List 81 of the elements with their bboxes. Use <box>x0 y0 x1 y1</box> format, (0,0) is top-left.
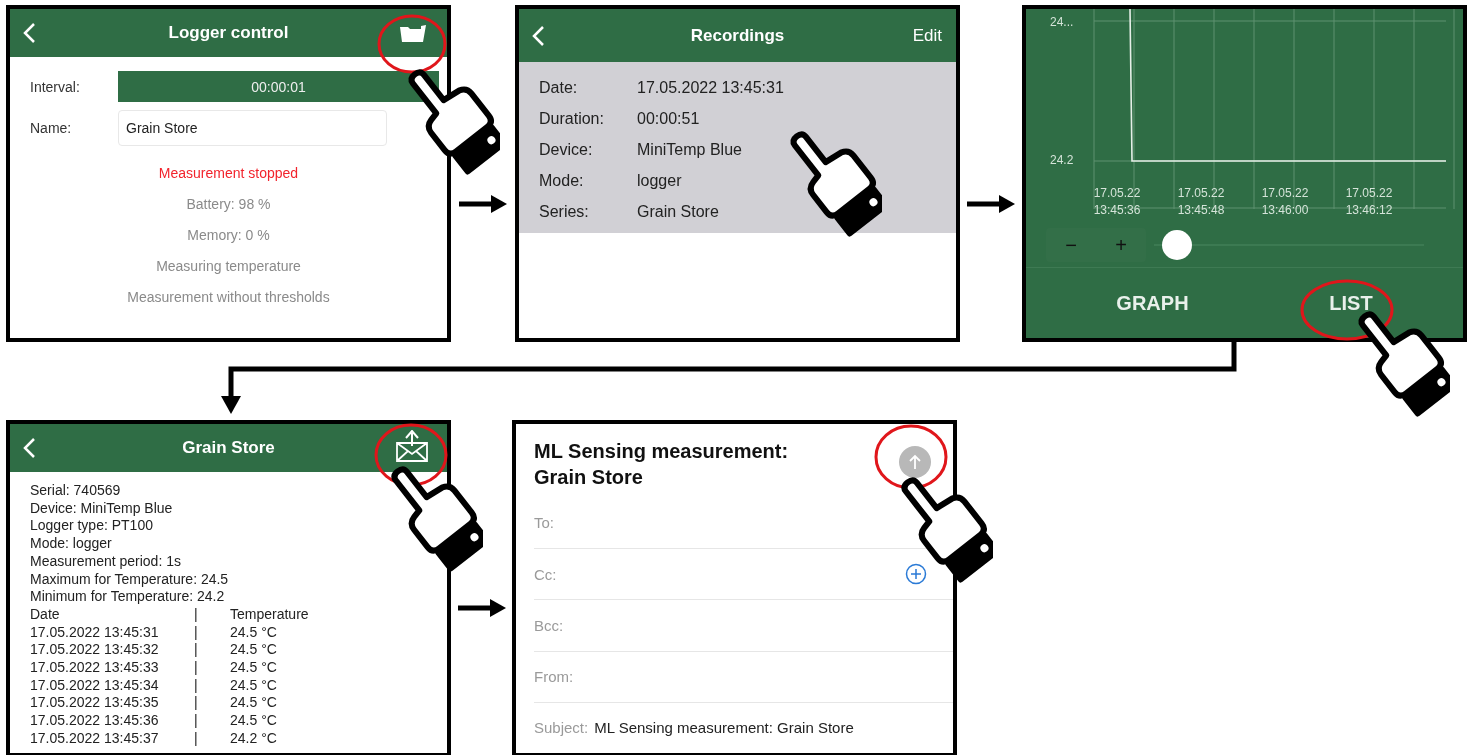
recording-value: 00:00:51 <box>637 109 700 128</box>
recording-label: Device: <box>539 140 594 159</box>
info-text: Mode: logger <box>30 535 113 553</box>
recording-value: Grain Store <box>637 202 719 221</box>
status-text: Measurement stopped <box>158 164 299 183</box>
recording-value: MiniTemp Blue <box>637 140 742 159</box>
separator-text: | <box>194 641 199 660</box>
separator-text: | <box>194 605 199 624</box>
table-cell-text: 17.05.2022 13:45:32 <box>30 641 160 660</box>
axis-tick-label: 24.2 <box>1050 153 1074 167</box>
edit-button[interactable]: Edit <box>912 25 942 46</box>
info-text: Device: MiniTemp Blue <box>30 499 174 518</box>
table-cell-text: 17.05.2022 13:45:37 <box>30 729 160 748</box>
right-arrow <box>967 194 1015 213</box>
field-label: Bcc: <box>534 616 564 634</box>
screen-title: Logger control <box>168 23 289 43</box>
table-cell-text: 17.05.2022 13:45:31 <box>30 623 160 642</box>
separator-text: | <box>194 659 199 677</box>
screen-title: Recordings <box>690 25 785 46</box>
separator-text: | <box>194 729 199 748</box>
separator-text: | <box>194 712 199 730</box>
separator-text: | <box>194 676 199 695</box>
table-cell: 24.5 °C <box>230 676 277 695</box>
recording-value: logger <box>637 171 682 190</box>
field-label: From: <box>534 668 574 686</box>
folder-icon[interactable] <box>399 23 427 43</box>
axis-tick-label: 24... <box>1050 15 1074 29</box>
table-cell: 24.5 °C <box>230 712 277 730</box>
axis-tick-label: 17.05.22 13:46:00 <box>1260 185 1310 219</box>
field-label: Interval: <box>30 78 81 95</box>
axis-tick-label: 17.05.22 13:45:48 <box>1176 185 1226 219</box>
table-cell: 24.5 °C <box>230 659 277 677</box>
info-text: Measurement period: 1s <box>30 552 182 571</box>
table-cell: 24.5 °C <box>230 641 277 660</box>
table-cell-text: 17.05.2022 13:45:33 <box>30 659 160 677</box>
table-cell-text: 17.05.2022 13:45:36 <box>30 712 160 730</box>
right-arrow <box>457 598 506 617</box>
info-text: Measuring temperature <box>156 257 301 276</box>
highlight-ellipse <box>377 14 447 74</box>
recording-value: 17.05.2022 13:45:31 <box>637 78 784 97</box>
recording-label: Mode: <box>539 171 585 190</box>
interval-picker[interactable]: 00:00:01 <box>118 71 439 102</box>
recording-label: Series: <box>539 202 590 221</box>
plus-icon[interactable] <box>905 563 927 586</box>
axis-tick-label: 17.05.22 13:46:12 <box>1344 185 1394 219</box>
info-text: Minimum for Temperature: 24.2 <box>30 588 226 606</box>
separator-text: | <box>194 623 199 642</box>
table-cell: 24.5 °C <box>230 623 277 642</box>
table-cell-text: 17.05.2022 13:45:35 <box>30 694 160 713</box>
tab[interactable]: LIST <box>1299 287 1403 319</box>
email-subject-title: ML Sensing measurement: Grain Store <box>534 439 790 490</box>
tab[interactable]: GRAPH <box>1086 287 1219 319</box>
info-text: Measurement without thresholds <box>127 288 330 307</box>
field-label: To: <box>534 514 554 532</box>
column-header: Temperature <box>230 605 309 624</box>
envelope-upload-icon[interactable] <box>395 430 429 462</box>
zoom-in-button[interactable]: + <box>1096 228 1146 263</box>
table-cell-text: 17.05.2022 13:45:34 <box>30 676 160 695</box>
right-arrow <box>459 194 507 213</box>
arrow-up-icon <box>908 454 922 470</box>
table-cell: 24.5 °C <box>230 694 277 713</box>
table-cell: 24.2 °C <box>230 729 277 748</box>
column-header: Date <box>30 605 61 624</box>
subject-field[interactable]: ML Sensing measurement: Grain Store <box>594 719 854 737</box>
axis-tick-label: 17.05.22 13:45:36 <box>1092 185 1142 219</box>
field-label: Name: <box>30 120 73 136</box>
info-text: Logger type: PT100 <box>30 517 154 536</box>
info-text: Memory: 0 % <box>187 226 270 245</box>
info-text: Serial: 740569 <box>30 482 122 500</box>
screen-title: Grain Store <box>182 438 275 458</box>
recording-label: Duration: <box>539 109 605 128</box>
field-label: Subject: <box>534 719 589 737</box>
zoom-out-button[interactable]: − <box>1046 228 1096 263</box>
recording-item[interactable]: Date: 17.05.2022 13:45:31 Duration: 00:00:51 Device: MiniTemp Blue Mode: logger Series: Grain Store <box>519 62 956 233</box>
info-text: Battery: 98 % <box>186 195 271 214</box>
field-label: Cc: <box>534 565 557 583</box>
separator-text: | <box>194 694 199 713</box>
recording-label: Date: <box>539 78 579 97</box>
info-text: Maximum for Temperature: 24.5 <box>30 570 230 589</box>
slider-thumb[interactable] <box>1161 230 1192 261</box>
name-field[interactable]: Grain Store <box>118 110 387 146</box>
